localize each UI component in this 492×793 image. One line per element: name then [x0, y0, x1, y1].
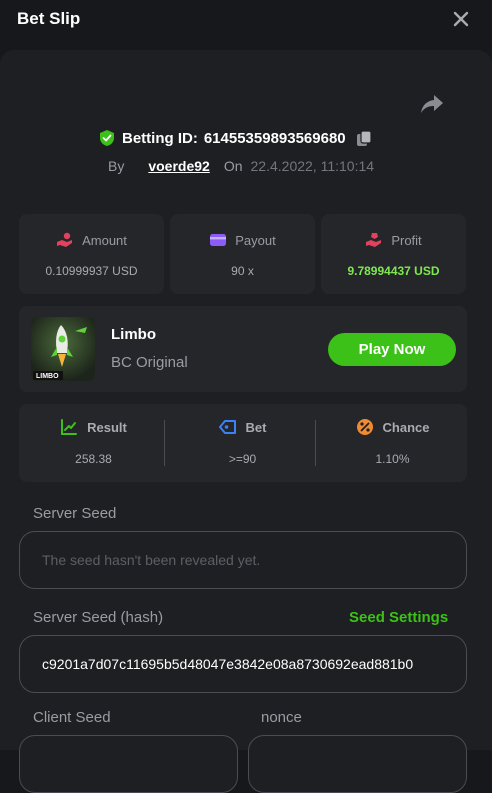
result-label: Result [87, 419, 127, 435]
profit-card: Profit 9.78994437 USD [321, 214, 466, 294]
divider [315, 420, 316, 466]
bet-column: Bet >=90 [168, 404, 317, 482]
rocket-icon: LIMBO [31, 317, 95, 381]
chance-value: 1.10% [375, 452, 410, 466]
chance-label: Chance [382, 419, 430, 435]
betting-id-label: Betting ID: [122, 129, 198, 147]
by-label: By [108, 158, 125, 174]
copy-icon[interactable] [356, 129, 373, 147]
game-subtitle: BC Original [111, 354, 188, 371]
share-icon[interactable] [420, 94, 444, 114]
game-name: Limbo [111, 326, 156, 343]
hand-money-icon [366, 233, 382, 247]
bet-value: >=90 [228, 452, 257, 466]
result-card: Result 258.38 Bet >=90 Chance 1.10% [19, 404, 467, 482]
payout-label: Payout [235, 232, 276, 248]
chart-up-icon [61, 419, 78, 435]
nonce-label: nonce [261, 709, 302, 726]
chance-column: Chance 1.10% [318, 404, 467, 482]
server-seed-label: Server Seed [33, 505, 117, 522]
server-seed-field[interactable]: The seed hasn't been revealed yet. [19, 531, 467, 589]
percent-icon [356, 419, 373, 435]
thumb-label: LIMBO [36, 373, 59, 380]
client-seed-label: Client Seed [33, 709, 111, 726]
amount-label: Amount [82, 232, 127, 248]
bettor-row: By voerde92 On 22.4.2022, 11:10:14 [108, 156, 374, 176]
username-link[interactable]: voerde92 [148, 158, 209, 174]
play-now-button[interactable]: Play Now [328, 333, 456, 366]
client-seed-field[interactable] [19, 735, 238, 793]
game-card: LIMBO Limbo BC Original Play Now [19, 306, 467, 392]
divider [164, 420, 165, 466]
payout-value: 90 x [231, 264, 254, 278]
server-seed-hash-label: Server Seed (hash) [33, 609, 164, 626]
wallet-icon [210, 234, 227, 246]
bet-slip-title: Bet Slip [17, 9, 81, 28]
profit-value: 9.78994437 USD [347, 264, 440, 278]
bet-label: Bet [245, 419, 267, 435]
amount-value: 0.10999937 USD [45, 264, 138, 278]
result-column: Result 258.38 [19, 404, 168, 482]
on-label: On [223, 158, 243, 174]
result-value: 258.38 [75, 452, 112, 466]
seed-settings-link[interactable]: Seed Settings [349, 609, 448, 626]
server-seed-hash-field[interactable]: c9201a7d07c11695b5d48047e3842e08a8730692… [19, 635, 467, 693]
hand-coins-icon [57, 232, 73, 247]
close-icon[interactable] [452, 10, 470, 28]
tag-icon [218, 420, 236, 434]
payout-card: Payout 90 x [170, 214, 315, 294]
profit-label: Profit [391, 232, 422, 248]
limbo-thumbnail[interactable]: LIMBO [31, 317, 95, 381]
verified-shield-icon [100, 130, 114, 146]
bet-slip-header: Bet Slip [0, 0, 492, 40]
bet-date: 22.4.2022, 11:10:14 [250, 158, 375, 174]
betting-id-value: 61455359893569680 [203, 129, 346, 147]
nonce-field[interactable] [248, 735, 467, 793]
betting-id-row: Betting ID: 61455359893569680 [98, 128, 373, 148]
amount-card: Amount 0.10999937 USD [19, 214, 164, 294]
